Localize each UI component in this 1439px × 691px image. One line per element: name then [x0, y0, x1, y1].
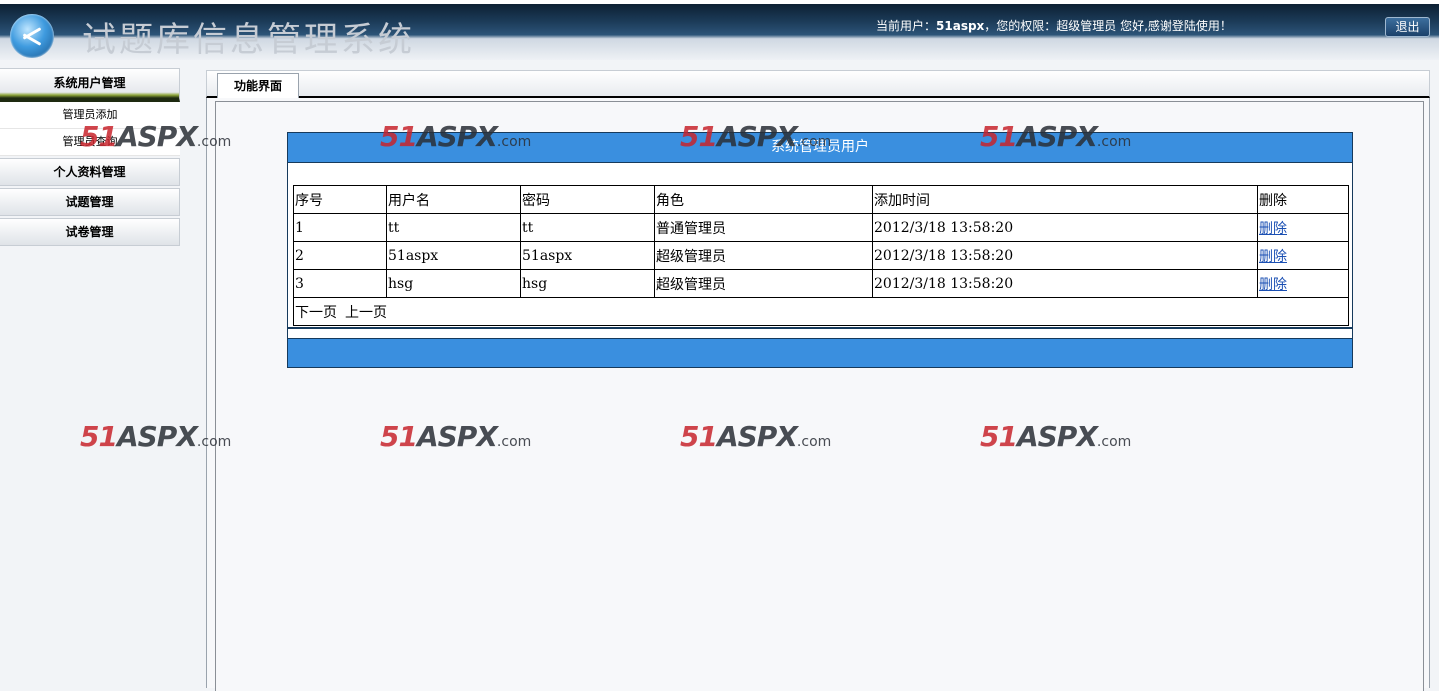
admin-user-panel: 系统管理员用户 序号 用户名 密码 角色 添加时间 删除 1 tt tt 普通管…	[287, 132, 1353, 368]
cell-password: hsg	[520, 269, 655, 298]
app-title: 试题库信息管理系统	[82, 20, 415, 60]
user-prefix: 当前用户：	[876, 19, 937, 33]
admin-user-table: 序号 用户名 密码 角色 添加时间 删除 1 tt tt 普通管理员 2012/…	[293, 185, 1349, 326]
cell-username: 51aspx	[386, 241, 521, 270]
cell-delete: 删除	[1257, 241, 1349, 270]
menu-paper-management[interactable]: 试卷管理	[0, 218, 180, 246]
delete-link[interactable]: 删除	[1259, 249, 1287, 265]
menu-item-admin-query[interactable]: 管理员查询	[0, 129, 180, 156]
col-username: 用户名	[386, 185, 521, 214]
table-row: 3 hsg hsg 超级管理员 2012/3/18 13:58:20 删除	[293, 269, 1349, 298]
cell-username: hsg	[386, 269, 521, 298]
cell-delete: 删除	[1257, 213, 1349, 242]
app-logo-icon	[10, 14, 54, 58]
col-delete: 删除	[1257, 185, 1349, 214]
user-info: 当前用户：51aspx，您的权限：超级管理员 您好,感谢登陆使用！	[876, 17, 1232, 34]
panel-divider	[288, 327, 1352, 329]
top-header: 试题库信息管理系统 当前用户：51aspx，您的权限：超级管理员 您好,感谢登陆…	[0, 0, 1439, 60]
pager-row: 下一页 上一页	[293, 297, 1349, 326]
cell-role: 超级管理员	[654, 269, 873, 298]
menu-personal-info[interactable]: 个人资料管理	[0, 158, 180, 186]
col-role: 角色	[654, 185, 873, 214]
panel-title: 系统管理员用户	[288, 133, 1352, 163]
table-header-row: 序号 用户名 密码 角色 添加时间 删除	[293, 185, 1349, 214]
tab-strip: 功能界面	[206, 70, 1430, 99]
cell-password: tt	[520, 213, 655, 242]
cell-role: 普通管理员	[654, 213, 873, 242]
cell-add-time: 2012/3/18 13:58:20	[872, 213, 1258, 242]
user-role-text: ，您的权限：超级管理员 您好,感谢登陆使用！	[984, 19, 1232, 33]
col-index: 序号	[293, 185, 387, 214]
table-row: 2 51aspx 51aspx 超级管理员 2012/3/18 13:58:20…	[293, 241, 1349, 270]
table-row: 1 tt tt 普通管理员 2012/3/18 13:58:20 删除	[293, 213, 1349, 242]
menu-system-users[interactable]: 系统用户管理	[0, 68, 180, 102]
tab-function-view[interactable]: 功能界面	[217, 73, 299, 99]
pager: 下一页 上一页	[293, 297, 1349, 326]
prev-page-link[interactable]: 上一页	[345, 305, 387, 321]
cell-delete: 删除	[1257, 269, 1349, 298]
cell-index: 3	[293, 269, 387, 298]
col-add-time: 添加时间	[872, 185, 1258, 214]
cell-password: 51aspx	[520, 241, 655, 270]
logout-button[interactable]: 退出	[1385, 17, 1430, 37]
cell-index: 1	[293, 213, 387, 242]
panel-footer	[288, 338, 1352, 367]
menu-item-admin-add[interactable]: 管理员添加	[0, 102, 180, 129]
cell-username: tt	[386, 213, 521, 242]
menu-question-management[interactable]: 试题管理	[0, 188, 180, 216]
delete-link[interactable]: 删除	[1259, 277, 1287, 293]
next-page-link[interactable]: 下一页	[295, 305, 337, 321]
delete-link[interactable]: 删除	[1259, 221, 1287, 237]
cell-index: 2	[293, 241, 387, 270]
cell-add-time: 2012/3/18 13:58:20	[872, 269, 1258, 298]
current-user-name: 51aspx	[936, 19, 985, 33]
submenu-system-users: 管理员添加 管理员查询	[0, 102, 180, 156]
col-password: 密码	[520, 185, 655, 214]
sidebar: 系统用户管理 管理员添加 管理员查询 个人资料管理 试题管理 试卷管理	[0, 68, 180, 246]
cell-add-time: 2012/3/18 13:58:20	[872, 241, 1258, 270]
cell-role: 超级管理员	[654, 241, 873, 270]
